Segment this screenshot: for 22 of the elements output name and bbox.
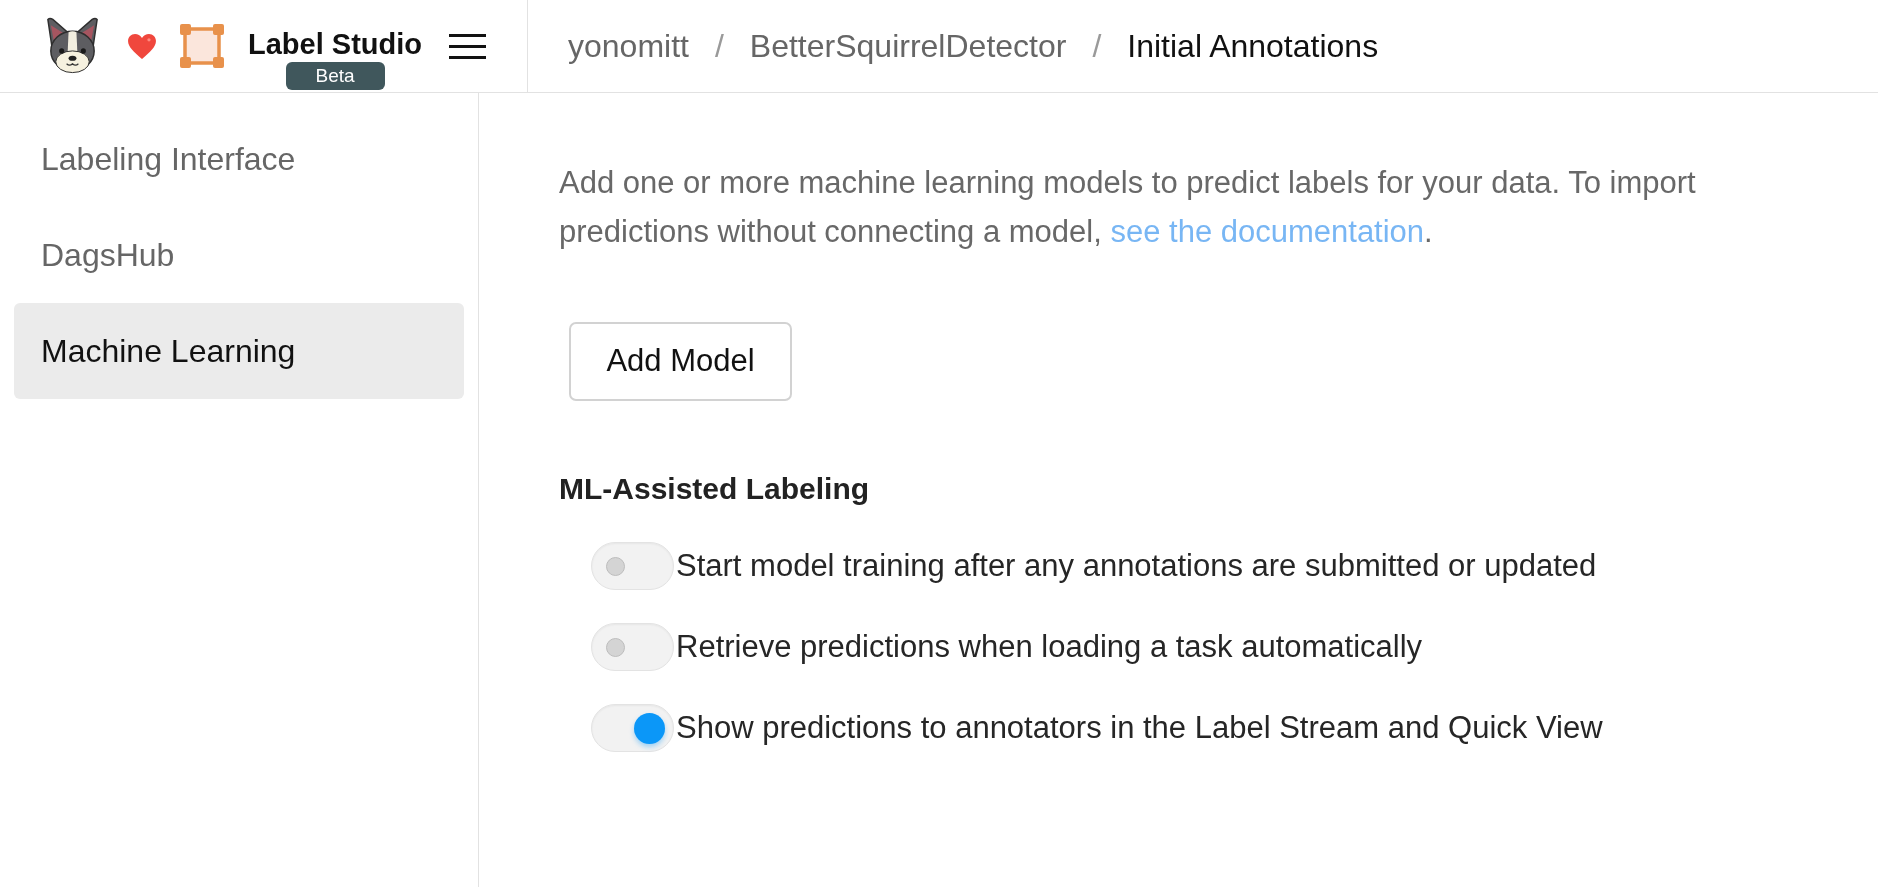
- bounding-box-icon: [180, 24, 224, 68]
- breadcrumb-item[interactable]: yonomitt: [568, 22, 689, 70]
- description-text: Add one or more machine learning models to predict labels for your data. To import predictions without connecting a model, see the documentation.: [559, 164, 1697, 251]
- menu-icon[interactable]: [449, 33, 486, 59]
- option-label: Show predictions to annotators in the Label Stream and Quick View: [676, 708, 1603, 747]
- app-title: Label Studio: [248, 28, 422, 60]
- heart-icon: [128, 33, 156, 59]
- breadcrumb-item: Initial Annotations: [1127, 27, 1379, 66]
- toggle-switch[interactable]: [591, 542, 674, 590]
- toggle-switch[interactable]: [591, 623, 674, 671]
- breadcrumb-separator: /: [1092, 27, 1102, 66]
- section-heading: ML-Assisted Labeling: [559, 471, 870, 507]
- breadcrumb-separator: /: [714, 27, 724, 66]
- add-model-button[interactable]: Add Model: [569, 322, 792, 401]
- beta-badge: Beta: [285, 62, 385, 90]
- sidebar-item[interactable]: Machine Learning: [14, 303, 464, 399]
- breadcrumb-item[interactable]: BetterSquirrelDetector: [749, 22, 1067, 70]
- option-label: Start model training after any annotations are submitted or updated: [676, 546, 1597, 585]
- option-label: Retrieve predictions when loading a task automatically: [676, 627, 1423, 666]
- sidebar-item[interactable]: DagsHub: [14, 207, 464, 303]
- toggle-switch[interactable]: [591, 704, 674, 752]
- sidebar-item[interactable]: Labeling Interface: [14, 111, 464, 207]
